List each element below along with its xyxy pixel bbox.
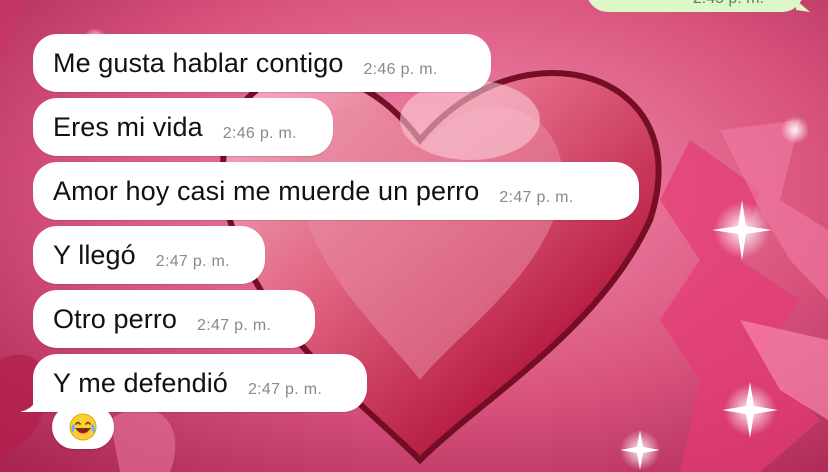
outgoing-bubble-tail [796, 0, 810, 12]
message-text: Y llegó [53, 239, 136, 270]
message-text: Y me defendió [53, 367, 228, 398]
message-time: 2:47 p. m. [197, 317, 272, 334]
incoming-message-bubble[interactable]: Me gusta hablar contigo 2:46 p. m. [33, 34, 491, 92]
incoming-message-bubble[interactable]: Y me defendió 2:47 p. m. [33, 354, 367, 412]
incoming-message-bubble[interactable]: Amor hoy casi me muerde un perro 2:47 p.… [33, 162, 639, 220]
message-text: Amor hoy casi me muerde un perro [53, 175, 480, 206]
message-time: 2:47 p. m. [155, 253, 230, 270]
incoming-message-bubble[interactable]: Eres mi vida 2:46 p. m. [33, 98, 333, 156]
message-text: Me gusta hablar contigo [53, 47, 344, 78]
message-time: 2:46 p. m. [363, 61, 438, 78]
message-time: 2:47 p. m. [247, 381, 323, 398]
message-text: Eres mi vida [53, 111, 203, 142]
outgoing-message-time: 2:45 p. m. [693, 0, 764, 8]
incoming-bubble-tail [20, 398, 38, 412]
face-with-tears-of-joy-icon [69, 413, 97, 441]
message-text: Otro perro [53, 303, 178, 334]
incoming-message-bubble[interactable]: Y llegó 2:47 p. m. [33, 226, 265, 284]
outgoing-message-bubble[interactable]: 2:45 p. m. [586, 0, 804, 12]
message-time: 2:47 p. m. [499, 189, 574, 206]
message-time: 2:46 p. m. [222, 125, 297, 142]
message-reaction[interactable] [52, 405, 114, 449]
incoming-message-bubble[interactable]: Otro perro 2:47 p. m. [33, 290, 315, 348]
